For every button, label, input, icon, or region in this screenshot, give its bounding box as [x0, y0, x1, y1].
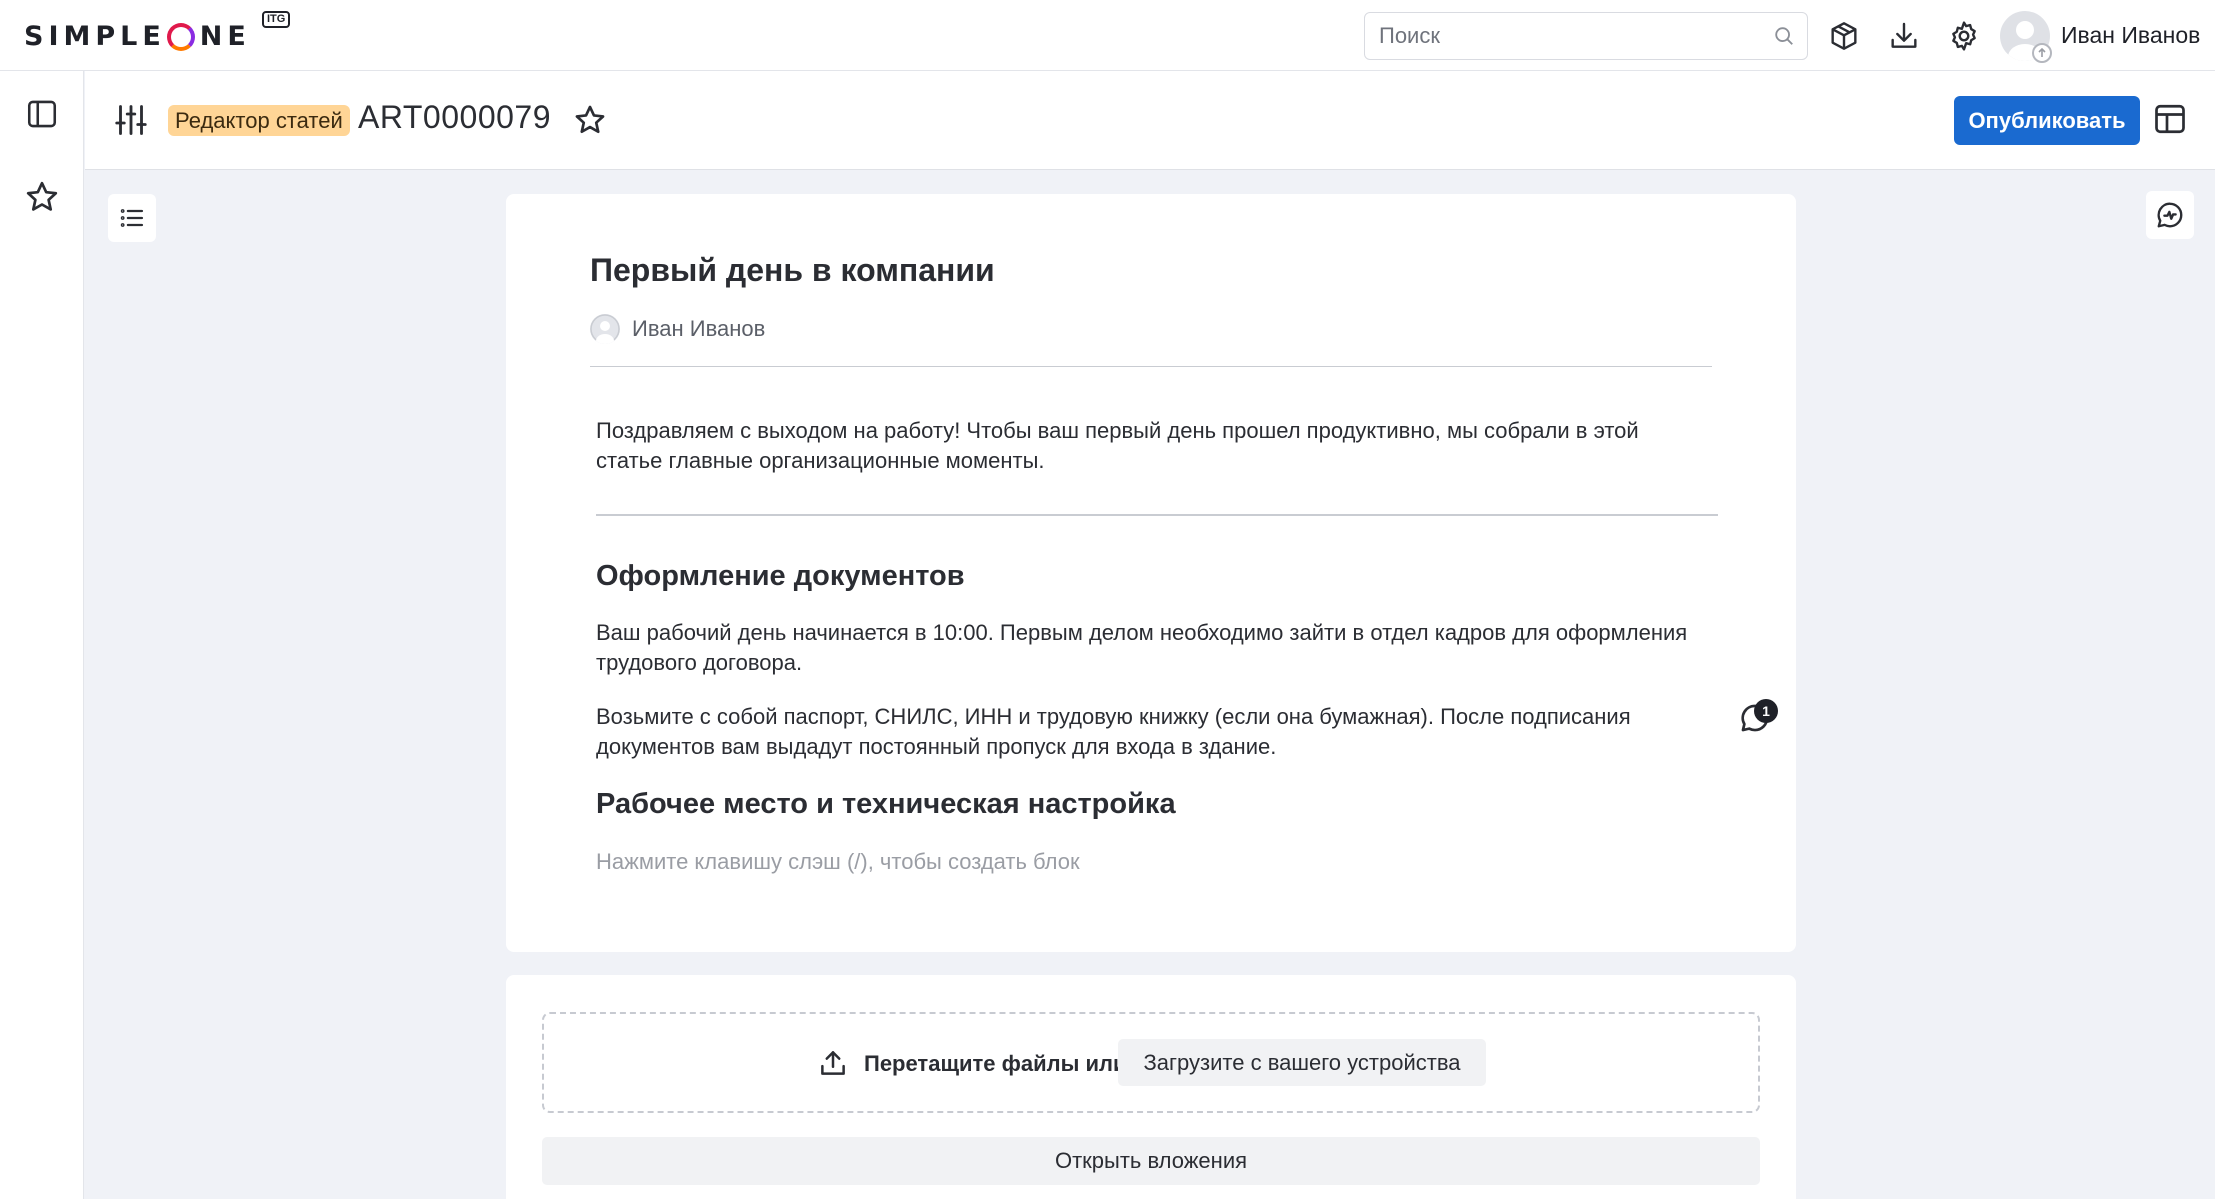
download-icon[interactable]: [1886, 18, 1922, 54]
left-rail: [0, 71, 84, 1199]
new-block-placeholder[interactable]: Нажмите клавишу слэш (/), чтобы создать …: [596, 849, 1080, 875]
layout-panel-icon[interactable]: [2152, 101, 2188, 137]
title-divider: [590, 366, 1712, 367]
search-input[interactable]: [1365, 13, 1745, 59]
app-logo[interactable]: SIMPLE NE ITG: [24, 11, 291, 56]
open-attachments-button[interactable]: Открыть вложения: [542, 1137, 1760, 1185]
section-heading-documents[interactable]: Оформление документов: [596, 560, 965, 593]
logo-text-part-1: SIMPLE: [24, 20, 166, 52]
comment-count-badge: 1: [1754, 699, 1778, 723]
intro-paragraph[interactable]: Поздравляем с выходом на работу! Чтобы в…: [596, 416, 1706, 476]
sliders-icon[interactable]: [113, 102, 149, 138]
author-avatar: [590, 314, 620, 344]
logo-text-part-2: NE: [199, 20, 251, 52]
top-bar: SIMPLE NE ITG Иван Иванов: [0, 0, 2215, 71]
search-icon[interactable]: [1773, 25, 1795, 47]
sidebar-toggle-icon[interactable]: [22, 94, 62, 134]
attachments-card: Перетащите файлы или Загрузите с вашего …: [506, 975, 1796, 1199]
paragraph-documents[interactable]: Возьмите с собой паспорт, СНИЛС, ИНН и т…: [596, 702, 1706, 762]
list-icon: [118, 204, 146, 232]
editor-chip: Редактор статей: [168, 105, 350, 136]
favorites-star-icon[interactable]: [22, 177, 62, 217]
intro-divider: [596, 514, 1718, 516]
logo-badge: ITG: [262, 11, 291, 28]
dropzone-text: Перетащите файлы или: [864, 1051, 1127, 1076]
favorite-star-icon[interactable]: [573, 103, 607, 137]
global-search: [1364, 12, 1808, 60]
upload-icon: [818, 1048, 848, 1078]
record-id: ART0000079: [358, 99, 551, 135]
record-header: Редактор статей ART0000079 Опубликовать: [85, 71, 2215, 170]
avatar-status-icon: [2032, 43, 2052, 63]
section-heading-workplace[interactable]: Рабочее место и техническая настройка: [596, 788, 1176, 821]
publish-button[interactable]: Опубликовать: [1954, 96, 2140, 145]
user-name[interactable]: Иван Иванов: [2061, 22, 2200, 49]
logo-ring-icon: [166, 23, 195, 51]
gear-icon[interactable]: [1946, 18, 1982, 54]
file-dropzone[interactable]: Перетащите файлы или Загрузите с вашего …: [542, 1012, 1760, 1113]
article-title[interactable]: Первый день в компании: [590, 252, 995, 289]
author-name: Иван Иванов: [632, 316, 766, 341]
activity-chat-button[interactable]: [2146, 191, 2194, 239]
package-icon[interactable]: [1826, 18, 1862, 54]
upload-from-device-button[interactable]: Загрузите с вашего устройства: [1118, 1039, 1486, 1086]
chat-activity-icon: [2155, 200, 2185, 230]
article-card: Первый день в компании Иван Иванов Поздр…: [506, 194, 1796, 952]
table-of-contents-button[interactable]: [108, 194, 156, 242]
paragraph-workday[interactable]: Ваш рабочий день начинается в 10:00. Пер…: [596, 618, 1706, 678]
